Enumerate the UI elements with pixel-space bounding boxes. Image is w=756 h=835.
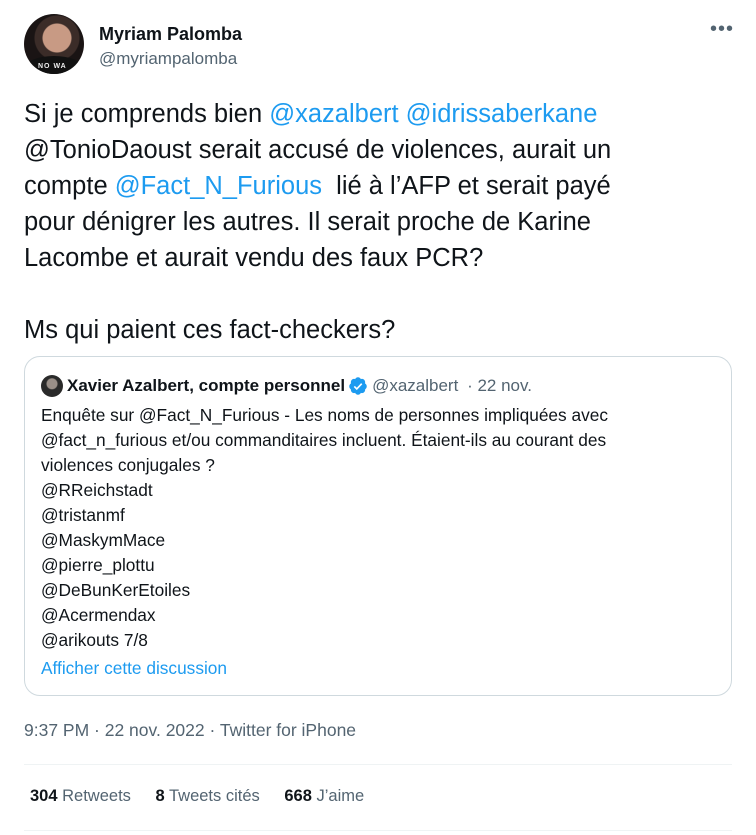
tweet-line-3-suffix: lié à l’AFP et serait payé bbox=[322, 172, 611, 200]
tweet-line-2: @TonioDaoust serait accusé de violences,… bbox=[24, 136, 612, 164]
retweets-count: 304 bbox=[30, 787, 58, 805]
retweets-label: Retweets bbox=[62, 787, 131, 805]
quoted-line: Enquête sur @Fact_N_Furious - Les noms d… bbox=[41, 405, 608, 425]
quoted-line: @DeBunKerEtoiles bbox=[41, 580, 191, 600]
quoted-line: @tristanmf bbox=[41, 505, 125, 525]
mention-idrissaberkane[interactable]: @idrissaberkane bbox=[406, 100, 598, 128]
quoted-line: @RReichstadt bbox=[41, 480, 153, 500]
likes-count: 668 bbox=[284, 787, 312, 805]
quoted-tweet-header: Xavier Azalbert, compte personnel @xazalb… bbox=[41, 375, 532, 397]
tweet-line-6: Ms qui paient ces fact-checkers? bbox=[24, 316, 396, 344]
quoted-line: @Acermendax bbox=[41, 605, 156, 625]
mention-fact-n-furious[interactable]: @Fact_N_Furious bbox=[115, 172, 322, 200]
author-avatar[interactable]: NO WA bbox=[24, 14, 84, 74]
quote-tweets-label: Tweets cités bbox=[168, 787, 260, 805]
quoted-tweet-date[interactable]: · 22 nov. bbox=[467, 376, 532, 395]
quoted-line: @arikouts 7/8 bbox=[41, 630, 148, 650]
engagement-stats: 304 Retweets 8 Tweets cités 668 J’aime bbox=[30, 787, 384, 806]
divider bbox=[24, 764, 732, 765]
mention-xazalbert[interactable]: @xazalbert bbox=[269, 100, 398, 128]
tweet-line-4: pour dénigrer les autres. Il serait proc… bbox=[24, 208, 591, 236]
quote-tweets-count: 8 bbox=[155, 787, 165, 805]
tweet-header: NO WA Myriam Palomba @myriampalomba ••• bbox=[24, 14, 734, 78]
avatar-shirt-text: NO WA bbox=[38, 63, 67, 70]
divider bbox=[24, 830, 732, 831]
tweet-line-3: compte @Fact_N_Furious lié à l’AFP et se… bbox=[24, 168, 734, 204]
quoted-author-avatar[interactable] bbox=[41, 375, 63, 397]
tweet-line-3-prefix: compte bbox=[24, 172, 115, 200]
tweet-line-5: Lacombe et aurait vendu des faux PCR? bbox=[24, 244, 484, 272]
quoted-tweet[interactable]: Xavier Azalbert, compte personnel @xazalb… bbox=[24, 356, 732, 696]
quote-tweets-stat[interactable]: 8 Tweets cités bbox=[156, 787, 260, 805]
quoted-line: violences conjugales ? bbox=[41, 455, 215, 475]
tweet-timestamp[interactable]: 9:37 PM · 22 nov. 2022 · Twitter for iPh… bbox=[24, 720, 356, 741]
retweets-stat[interactable]: 304 Retweets bbox=[30, 787, 131, 805]
quoted-tweet-body: Enquête sur @Fact_N_Furious - Les noms d… bbox=[41, 403, 711, 653]
verified-badge-icon bbox=[349, 377, 367, 395]
quoted-line: @pierre_plottu bbox=[41, 555, 155, 575]
tweet-text: Si je comprends bien @xazalbert @idrissa… bbox=[24, 96, 734, 348]
author-handle[interactable]: @myriampalomba bbox=[99, 49, 237, 69]
likes-stat[interactable]: 668 J’aime bbox=[284, 787, 364, 805]
likes-label: J’aime bbox=[316, 787, 365, 805]
tweet-line-1-prefix: Si je comprends bien bbox=[24, 100, 270, 128]
more-options-icon[interactable]: ••• bbox=[710, 18, 734, 41]
tweet-line-1: Si je comprends bien @xazalbert @idrissa… bbox=[24, 96, 734, 132]
quoted-line: @MaskymMace bbox=[41, 530, 166, 550]
author-name[interactable]: Myriam Palomba bbox=[99, 24, 242, 45]
quoted-author-handle[interactable]: @xazalbert bbox=[372, 376, 458, 395]
quoted-author-name[interactable]: Xavier Azalbert, compte personnel bbox=[67, 376, 345, 395]
show-thread-link[interactable]: Afficher cette discussion bbox=[41, 658, 227, 679]
quoted-line: @fact_n_furious et/ou commanditaires inc… bbox=[41, 430, 607, 450]
